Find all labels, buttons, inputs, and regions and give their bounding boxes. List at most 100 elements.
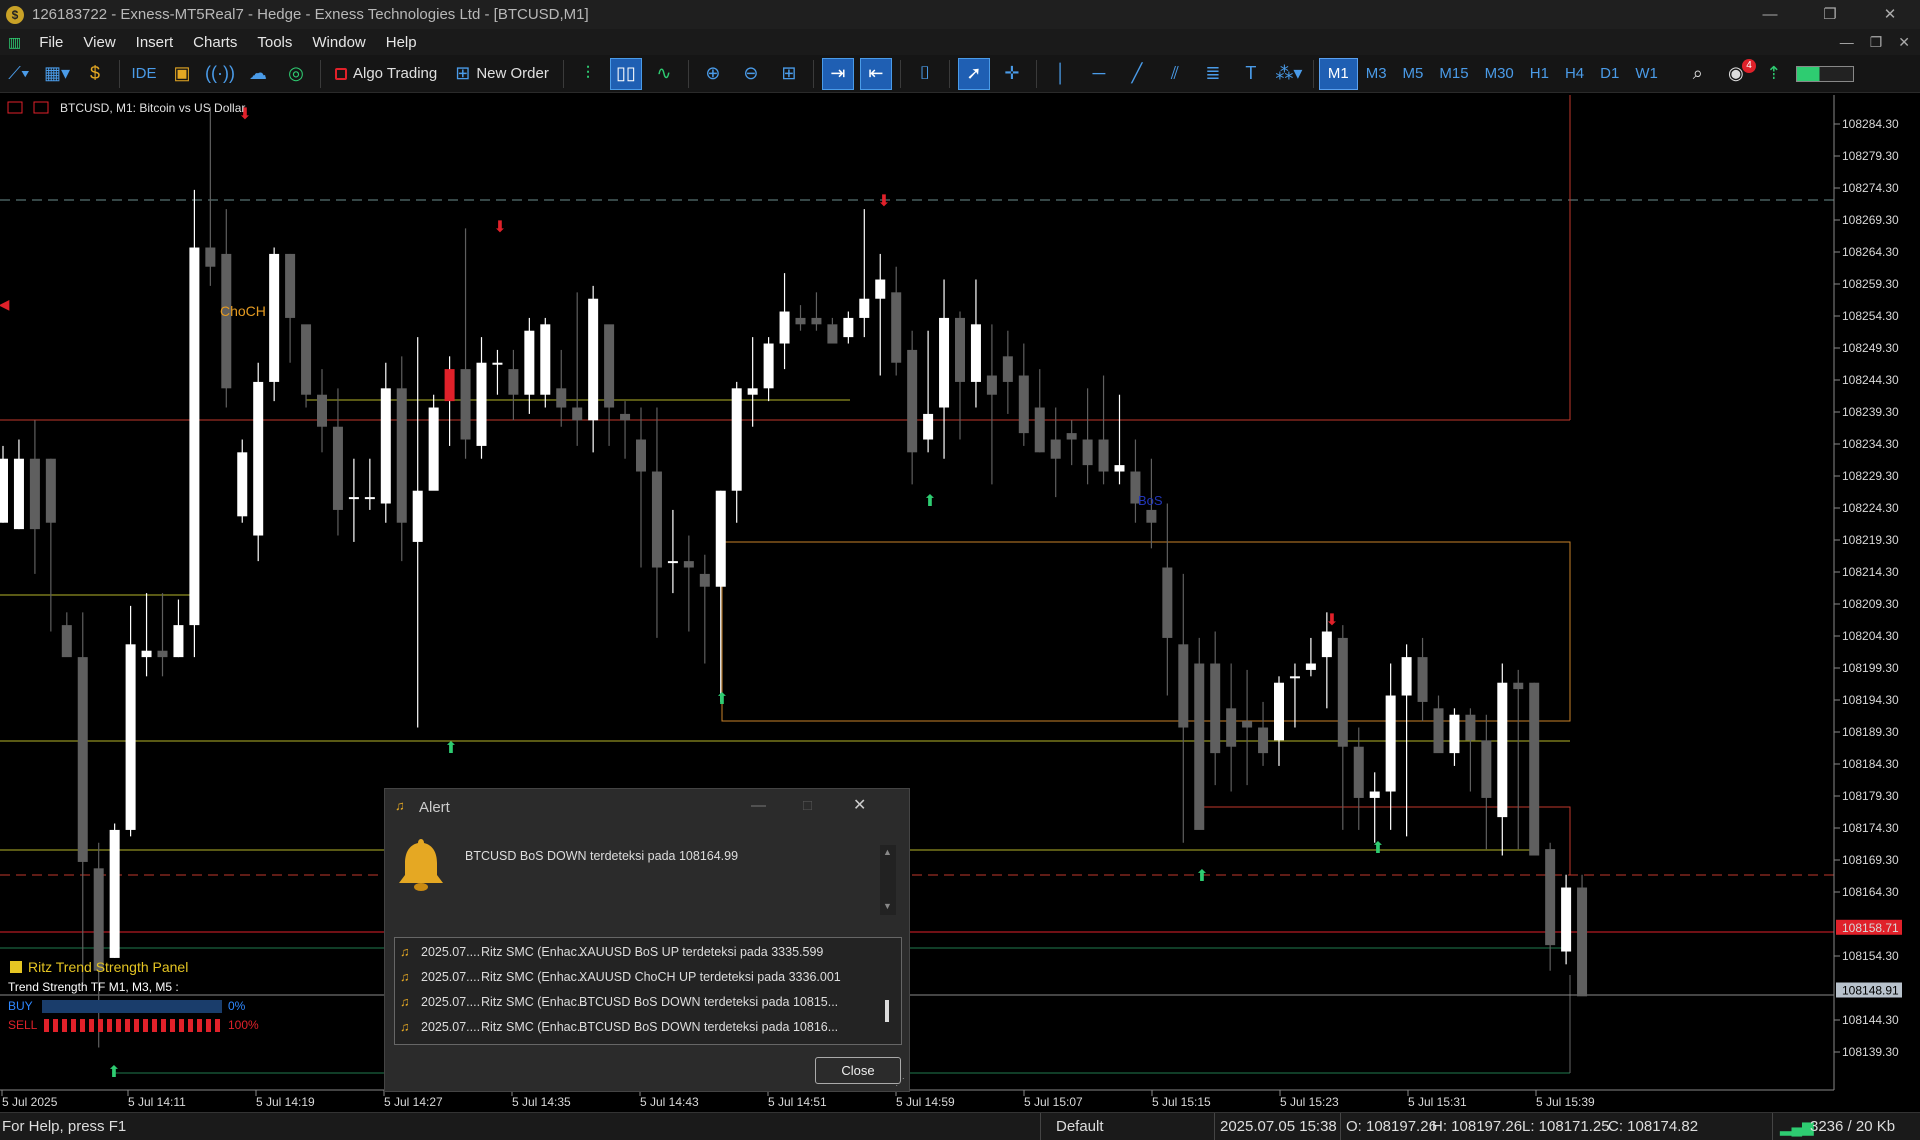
up-arrow-icon: ⬆ (715, 691, 728, 708)
tf-w1[interactable]: W1 (1627, 58, 1666, 90)
buy-bar (42, 1000, 222, 1013)
chart-minimize-button[interactable]: — (1840, 34, 1854, 50)
tf-h4[interactable]: H4 (1557, 58, 1592, 90)
candle-body (891, 292, 902, 363)
price-tick-label: 108274.30 (1842, 181, 1899, 195)
bar-chart-icon[interactable]: ⫶ (572, 58, 604, 90)
candle-body (683, 561, 694, 568)
price-chart[interactable]: ⬇ ⬇ ⬇ ⬇ ◀ ⬆ ⬆ ⬆ ⬆ ⬆ ⬆ ChoCH BoS 108284.3… (0, 95, 1920, 1111)
resize-grip-icon[interactable]: ⋰ (895, 1077, 905, 1088)
zoom-out-icon[interactable]: ⊖ (735, 58, 767, 90)
menu-charts[interactable]: Charts (183, 34, 247, 51)
chart-window-icon[interactable]: ▥ (8, 34, 21, 51)
alert-close-button[interactable]: Close (815, 1057, 901, 1084)
tf-d1[interactable]: D1 (1592, 58, 1627, 90)
close-window-button[interactable]: ✕ (1860, 0, 1920, 29)
menu-view[interactable]: View (73, 34, 125, 51)
sell-bar-segment (143, 1019, 148, 1032)
candle-body (907, 349, 918, 453)
screenshot-icon[interactable]: ⌷ (909, 58, 941, 90)
fibonacci-icon[interactable]: ≣ (1197, 58, 1229, 90)
alert-close-x-button[interactable]: ✕ (853, 795, 866, 815)
restore-button[interactable]: ❐ (1800, 0, 1860, 29)
alert-row-time: 2025.07.... (421, 970, 481, 984)
status-profile[interactable]: Default (1056, 1118, 1104, 1135)
chart-shift-icon[interactable]: ⇤ (859, 57, 892, 90)
alert-row-bell-icon: ♫ (400, 970, 410, 984)
tf-m1[interactable]: M1 (1318, 57, 1358, 90)
line-chart-icon[interactable]: ∿ (648, 58, 680, 90)
new-order-button[interactable]: ⊞ New Order (449, 58, 555, 90)
crosshair-icon[interactable]: ✛ (996, 58, 1028, 90)
candle-body (795, 317, 806, 325)
candle-body (348, 497, 359, 500)
community-icon[interactable]: ◎ (280, 58, 312, 90)
horizontal-line-icon[interactable]: ─ (1083, 58, 1115, 90)
chart-restore-button[interactable]: ❐ (1870, 34, 1883, 51)
time-axis[interactable]: 5 Jul 2025 5 Jul 14:11 5 Jul 14:19 5 Jul 14… (1, 1090, 1595, 1109)
alert-row[interactable]: ♫ 2025.07.... Ritz SMC (Enhac... XAUUSD BoS… (394, 940, 890, 965)
alert-title-bar: ♫ Alert — □ ✕ (385, 789, 909, 827)
vertical-line-icon[interactable]: │ (1045, 58, 1077, 90)
menu-help[interactable]: Help (376, 34, 427, 51)
tf-m3[interactable]: M3 (1358, 58, 1395, 90)
trendline-icon[interactable]: ╱ (1121, 58, 1153, 90)
tf-m15[interactable]: M15 (1431, 58, 1476, 90)
candle-body (1481, 740, 1492, 798)
menu-window[interactable]: Window (302, 34, 375, 51)
tile-windows-icon[interactable]: ⊞ (773, 58, 805, 90)
candle-body (460, 369, 471, 440)
search-icon[interactable]: ⌕ (1682, 58, 1714, 90)
sell-bar-segment (188, 1019, 193, 1032)
price-tick-label: 108244.30 (1842, 373, 1899, 387)
app-logo-icon: $ (6, 5, 24, 24)
price-tick-label: 108148.91 (1842, 983, 1899, 997)
algo-trading-button[interactable]: Algo Trading (329, 58, 443, 90)
cursor-icon[interactable]: ➚ (957, 57, 990, 90)
candle-body (970, 324, 981, 382)
candle-body (1465, 714, 1476, 741)
tf-h1[interactable]: H1 (1522, 58, 1557, 90)
signals-icon[interactable]: ((·)) (204, 58, 236, 90)
price-tick-label: 108224.30 (1842, 501, 1899, 515)
menu-file[interactable]: File (29, 34, 73, 51)
line-chart-menu-icon[interactable]: ⟋▾ (3, 58, 35, 90)
candle-body (93, 868, 104, 971)
menu-tools[interactable]: Tools (247, 34, 302, 51)
alert-message-scrollbar[interactable]: ▲ ▼ (880, 845, 896, 915)
market-dollar-icon[interactable]: $ (79, 58, 111, 90)
zoom-in-icon[interactable]: ⊕ (697, 58, 729, 90)
tf-m5[interactable]: M5 (1395, 58, 1432, 90)
signal-strength-icon[interactable]: ⇡ (1758, 58, 1790, 90)
candle-body (1178, 644, 1189, 728)
tf-m30[interactable]: M30 (1477, 58, 1522, 90)
candle-body (380, 388, 391, 504)
vps-cloud-icon[interactable]: ☁ (242, 58, 274, 90)
alert-row[interactable]: ♫ 2025.07.... Ritz SMC (Enhac... BTCUSD BoS… (394, 1015, 890, 1040)
chart-close-button[interactable]: ✕ (1898, 34, 1910, 51)
candle-body (986, 375, 997, 395)
time-tick-label: 5 Jul 2025 (2, 1095, 58, 1109)
candlestick-chart-icon[interactable]: ▯▯ (609, 57, 642, 90)
text-icon[interactable]: T (1235, 58, 1267, 90)
minimize-button[interactable]: — (1740, 0, 1800, 29)
sell-label: SELL (8, 1018, 38, 1032)
menu-insert[interactable]: Insert (126, 34, 184, 51)
sell-bar-segment (116, 1019, 121, 1032)
sell-bar-segment (206, 1019, 211, 1032)
price-tick-label: 108154.30 (1842, 949, 1899, 963)
auto-scroll-icon[interactable]: ⇥ (821, 57, 854, 90)
shapes-menu-icon[interactable]: ⁂▾ (1273, 58, 1305, 90)
channel-icon[interactable]: ⫽ (1159, 58, 1191, 90)
alert-row[interactable]: ♫ 2025.07.... Ritz SMC (Enhac... BTCUSD BoS… (394, 990, 890, 1015)
notifications-icon[interactable]: ◉ 4 (1720, 58, 1756, 90)
alert-maximize-button[interactable]: □ (803, 797, 812, 814)
ide-button[interactable]: IDE (128, 58, 160, 90)
alert-row-message: BTCUSD BoS DOWN terdeteksi pada 10816... (579, 1020, 839, 1034)
alert-row[interactable]: ♫ 2025.07.... Ritz SMC (Enhac... XAUUSD Cho… (394, 965, 890, 990)
candle-body (667, 561, 678, 564)
market-bag-icon[interactable]: ▣ (166, 58, 198, 90)
indicators-menu-icon[interactable]: ▦▾ (41, 58, 73, 90)
candle-body (620, 413, 631, 421)
alert-minimize-button[interactable]: — (751, 797, 766, 814)
